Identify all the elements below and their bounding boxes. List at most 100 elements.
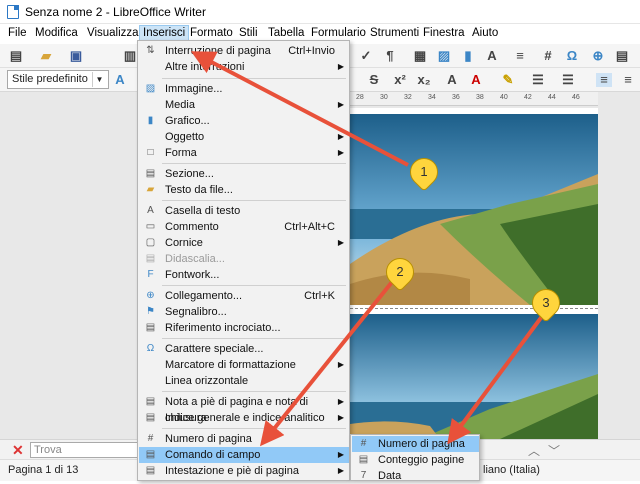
menu-item-shape[interactable]: □ Forma ▶ [139,145,349,161]
menu-item-formatting-mark[interactable]: Marcatore di formattazione ▶ [139,357,349,373]
caption-icon: ▤ [145,253,156,264]
print-icon[interactable]: ▥ [122,49,138,63]
comment-icon: ▭ [145,221,156,232]
table-icon[interactable]: ▦ [412,49,428,63]
textbox-icon: A [147,205,154,216]
menu-item-index[interactable]: ▤ Indice generale e indice analitico ▶ [139,410,349,426]
menu-strumenti[interactable]: Strumenti [370,27,419,39]
update-style-icon[interactable]: A [112,73,128,87]
special-character-icon[interactable]: Ω [564,49,580,63]
paragraph-style-value: Stile predefinito [12,73,88,85]
ruler-mark: 38 [476,94,484,101]
menu-item-caption: ▤ Didascalia... [145,253,225,265]
menu-item-text-box[interactable]: A Casella di testo [139,203,349,219]
menu-item-object[interactable]: Oggetto ▶ [139,129,349,145]
submenu-arrow-icon: ▶ [337,148,344,157]
menu-formato[interactable]: Formato [190,27,233,39]
menu-aiuto[interactable]: Aiuto [472,27,498,39]
submenu-arrow-icon: ▶ [337,466,344,475]
menu-item-page-number[interactable]: # Numero di pagina [139,431,349,447]
submenu-arrow-icon: ▶ [337,238,344,247]
menu-file[interactable]: File [8,27,27,39]
numbering-icon[interactable]: ☰ [560,73,576,87]
align-left-icon[interactable]: ≡ [596,73,612,87]
strikethrough-icon[interactable]: S [366,73,382,87]
footnote-icon[interactable]: ▤ [614,49,630,63]
highlight-icon[interactable]: ✎ [500,73,516,87]
submenu-arrow-icon: ▶ [337,397,344,406]
open-folder-icon[interactable]: ▰ [38,49,54,63]
font-color-icon[interactable]: A [468,73,484,87]
submenu-item-date[interactable]: 7 Data [352,468,479,484]
menu-item-frame[interactable]: ▢ Cornice ▶ [139,235,349,251]
align-center-icon[interactable]: ≡ [620,73,636,87]
insert-menu: ⇅ Interruzione di pagina Ctrl+Invio Altr… [137,40,350,482]
menu-item-special-character[interactable]: Ω Carattere speciale... [139,341,349,357]
title-bar: Senza nome 2 - LibreOffice Writer [0,0,640,24]
page-break-line [350,308,598,309]
ruler-mark: 30 [380,94,388,101]
menu-item-page-break[interactable]: ⇅ Interruzione di pagina Ctrl+Invio [139,43,349,59]
menu-item-image[interactable]: ▨ Immagine... [139,81,349,97]
insert-image-icon[interactable]: ▨ [436,49,452,63]
omega-icon: Ω [146,343,155,354]
menu-item-section[interactable]: ▤ Sezione... [139,166,349,182]
menu-item-comment[interactable]: ▭ Commento Ctrl+Alt+C [139,219,349,235]
menu-item-horizontal-line[interactable]: Linea orizzontale [139,373,349,389]
menu-item-hyperlink[interactable]: ⊕ Collegamento... Ctrl+K [139,288,349,304]
menu-modifica[interactable]: Modifica [35,27,78,39]
menu-item-footnote[interactable]: ▤ Nota a piè di pagina e nota di chiusur… [139,394,349,424]
footnote-icon: ▤ [145,396,156,407]
bookmark-icon: ⚑ [146,306,155,317]
save-icon[interactable]: ▣ [68,49,84,63]
language-indicator[interactable]: liano (Italia) [483,464,540,476]
page-number-icon: # [147,433,154,444]
menu-tabella[interactable]: Tabella [268,27,304,39]
menu-item-header-footer[interactable]: ▤ Intestazione e piè di pagina ▶ [139,463,349,479]
find-previous-icon[interactable]: ︿ [528,442,540,459]
field-icon[interactable]: # [540,49,556,63]
submenu-arrow-icon: ▶ [337,62,344,71]
submenu-item-page-count[interactable]: ▤ Conteggio pagine [352,452,479,468]
chevron-down-icon: ▼ [92,72,106,87]
cross-reference-icon: ▤ [145,322,156,333]
ruler-mark: 34 [428,94,436,101]
submenu-item-page-number[interactable]: # Numero di pagina [352,436,479,452]
menu-item-fontwork[interactable]: F Fontwork... [139,267,349,283]
menu-item-chart[interactable]: ▮ Grafico... [139,113,349,129]
page-break-icon[interactable]: ≡ [512,49,528,63]
bullets-icon[interactable]: ☰ [530,73,546,87]
menu-visualizza[interactable]: Visualizza [87,27,139,39]
insert-chart-icon[interactable]: ▮ [460,49,476,63]
menu-item-bookmark[interactable]: ⚑ Segnalibro... [139,304,349,320]
window-title: Senza nome 2 - LibreOffice Writer [25,5,206,19]
superscript-icon[interactable]: x² [392,73,408,87]
find-next-icon[interactable]: ﹀ [548,442,560,459]
spellcheck-icon[interactable]: ✓ [358,49,374,63]
clear-format-icon[interactable]: A [444,73,460,87]
paragraph-style-dropdown[interactable]: Stile predefinito ▼ [7,70,109,89]
menu-item-cross-reference[interactable]: ▤ Riferimento incrociato... [139,320,349,336]
chart-icon: ▮ [147,115,154,126]
hyperlink-icon[interactable]: ⊕ [590,49,606,63]
page-break-icon: ⇅ [146,45,155,56]
subscript-icon[interactable]: x₂ [416,73,432,87]
writer-app-icon [7,5,19,19]
menu-formulario[interactable]: Formulario [311,27,366,39]
submenu-arrow-icon: ▶ [337,132,344,141]
find-input[interactable]: Trova [30,442,138,458]
menu-inserisci[interactable]: Inserisci [139,25,190,41]
menu-item-field[interactable]: ▤ Comando di campo ▶ [139,447,349,463]
landscape-image-2[interactable] [350,314,598,439]
menu-stili[interactable]: Stili [239,27,258,39]
pilcrow-icon[interactable]: ¶ [382,49,398,63]
menu-item-text-from-file[interactable]: ▰ Testo da file... [139,182,349,198]
new-document-icon[interactable]: ▤ [8,49,24,63]
menu-item-media[interactable]: Media ▶ [139,97,349,113]
index-icon: ▤ [145,412,156,423]
menu-item-other-breaks[interactable]: Altre interruzioni ▶ [139,59,349,75]
field-submenu: # Numero di pagina ▤ Conteggio pagine 7 … [350,434,480,484]
menu-finestra[interactable]: Finestra [423,27,465,39]
textbox-icon[interactable]: A [484,49,500,63]
close-icon[interactable]: ✕ [12,442,24,459]
